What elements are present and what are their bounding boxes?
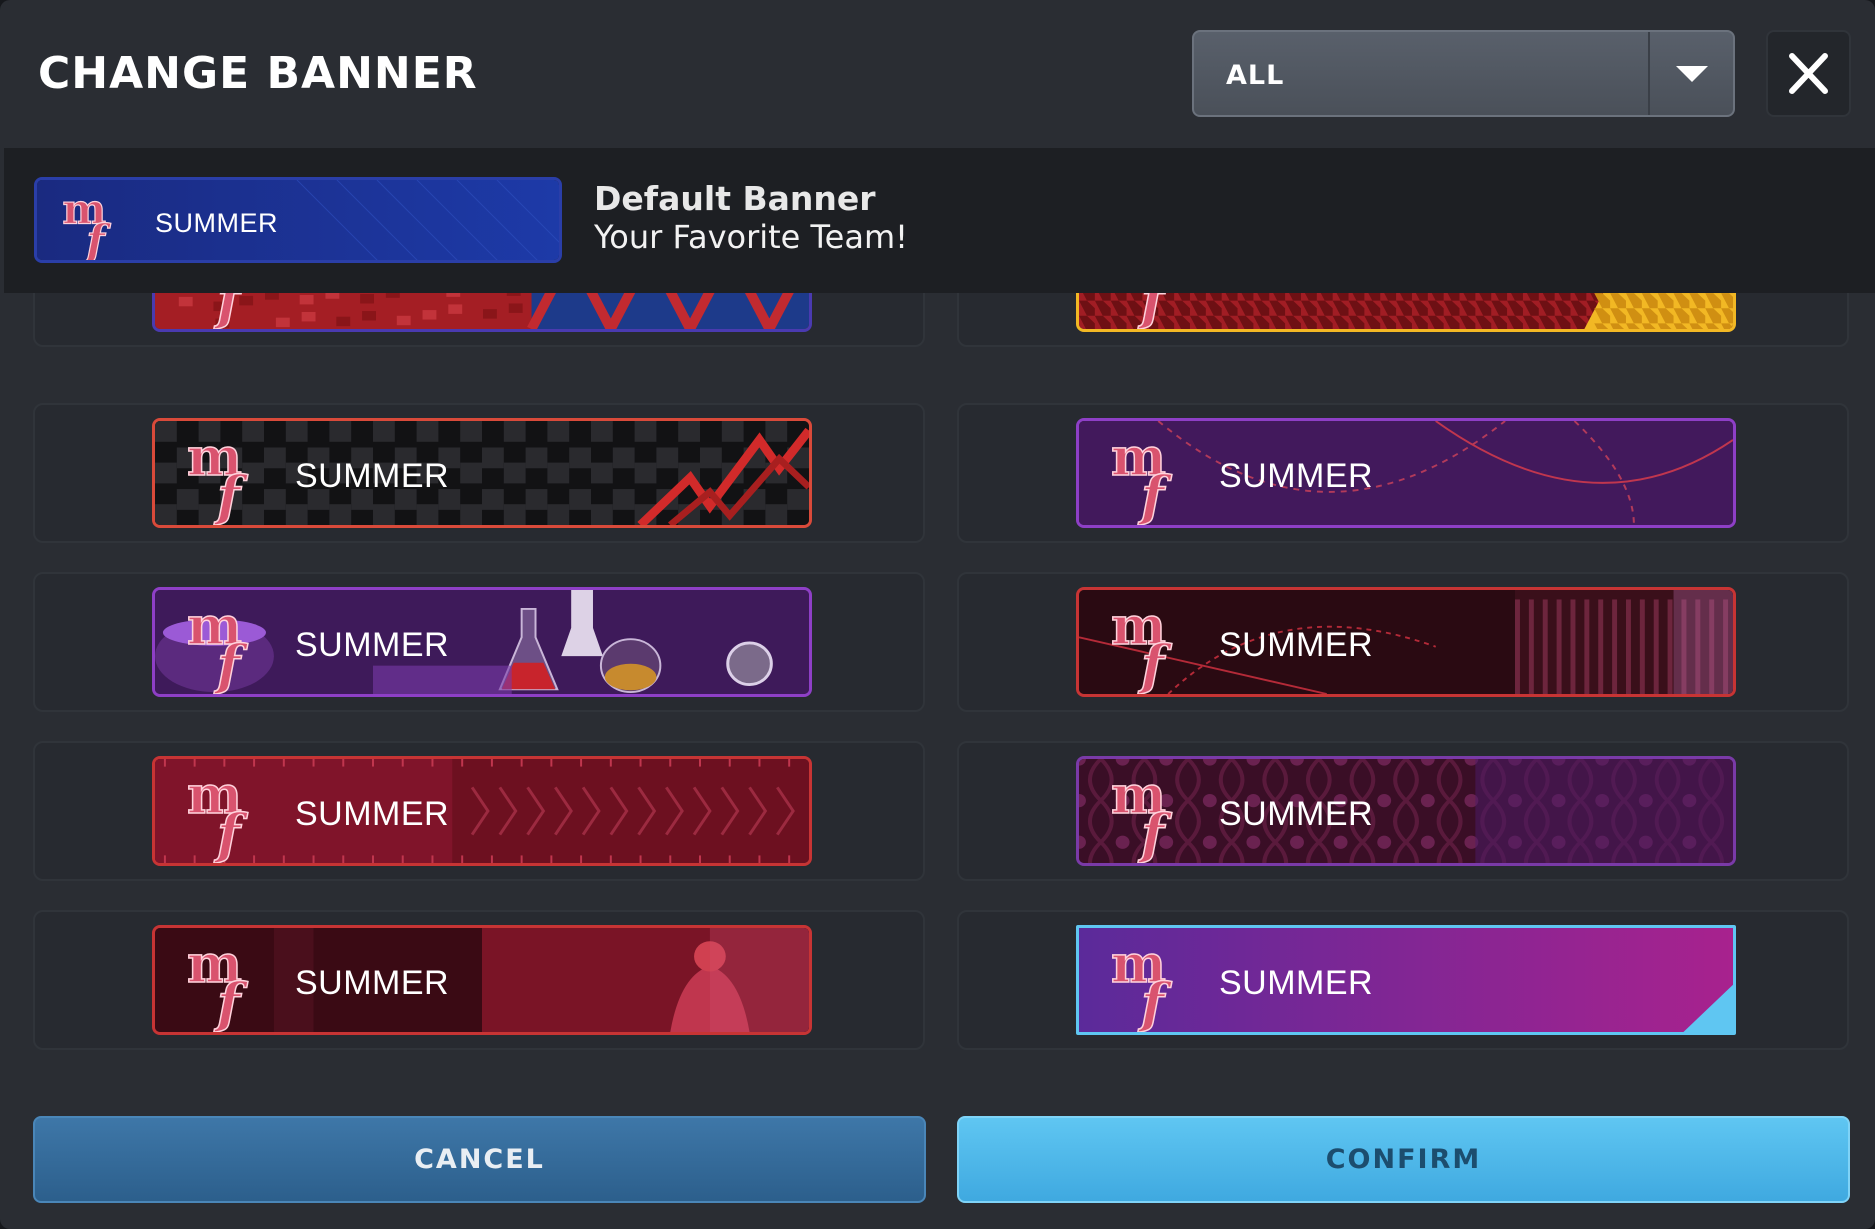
banner-label: SUMMER bbox=[155, 208, 278, 238]
banner-option[interactable]: m f SUMMER bbox=[33, 293, 925, 347]
confirm-button[interactable]: CONFIRM bbox=[957, 1116, 1850, 1203]
team-logo-icon: m f bbox=[1110, 426, 1173, 528]
banner-option[interactable]: m f SUMMER bbox=[957, 403, 1849, 543]
team-logo-icon: m f bbox=[1110, 764, 1173, 866]
banner-preview: m f SUMMER bbox=[152, 418, 812, 528]
svg-text:f: f bbox=[213, 633, 248, 697]
close-icon bbox=[1789, 53, 1828, 94]
banner-label: SUMMER bbox=[1219, 964, 1374, 1002]
svg-text:f: f bbox=[213, 802, 248, 866]
svg-text:f: f bbox=[1137, 464, 1172, 528]
svg-text:f: f bbox=[1137, 293, 1172, 332]
svg-text:f: f bbox=[213, 464, 248, 528]
change-banner-dialog: CHANGE BANNER ALL m f SUMMER Default Ban… bbox=[0, 0, 1875, 1229]
team-logo-icon: m f bbox=[1110, 933, 1173, 1035]
banner-option[interactable]: m f SUMMER bbox=[957, 741, 1849, 881]
cancel-button[interactable]: CANCEL bbox=[33, 1116, 926, 1203]
chevron-down-icon bbox=[1676, 66, 1708, 82]
banner-preview: m f SUMMER bbox=[1076, 418, 1736, 528]
banner-preview: m f SUMMER bbox=[152, 925, 812, 1035]
team-logo-icon: m f bbox=[186, 933, 249, 1035]
banner-filter-dropdown[interactable]: ALL bbox=[1192, 30, 1735, 117]
team-logo-icon: m f bbox=[1136, 293, 1173, 332]
banner-option[interactable]: m f SUMMER bbox=[957, 572, 1849, 712]
filter-divider bbox=[1648, 32, 1650, 115]
team-logo-icon: m f bbox=[186, 595, 249, 697]
team-logo-icon: m f bbox=[186, 426, 249, 528]
banner-preview: m f SUMMER bbox=[1076, 587, 1736, 697]
svg-text:f: f bbox=[1137, 633, 1172, 697]
banner-preview: m f SUMMER bbox=[152, 756, 812, 866]
banner-option[interactable]: m f SUMMER bbox=[33, 910, 925, 1050]
team-logo-icon: m f bbox=[62, 184, 112, 263]
filter-selected-value: ALL bbox=[1226, 60, 1285, 91]
current-banner-subtitle: Your Favorite Team! bbox=[594, 218, 908, 256]
banner-label: SUMMER bbox=[295, 457, 450, 495]
banner-preview: m f SUMMER bbox=[152, 293, 812, 332]
svg-text:f: f bbox=[213, 971, 248, 1035]
current-banner-info: Default Banner Your Favorite Team! bbox=[594, 179, 908, 257]
svg-text:f: f bbox=[1137, 802, 1172, 866]
page-title: CHANGE BANNER bbox=[38, 48, 478, 99]
banner-label: SUMMER bbox=[1219, 626, 1374, 664]
banner-preview: m f SUMMER bbox=[152, 587, 812, 697]
banner-option[interactable]: m f SUMMER bbox=[957, 293, 1849, 347]
team-logo-icon: m f bbox=[186, 764, 249, 866]
banner-grid: m f SUMMER m f SUMMER m f SUMMER m f SUMMER m … bbox=[0, 293, 1875, 1093]
current-banner-title: Default Banner bbox=[594, 179, 876, 218]
team-logo-icon: m f bbox=[1110, 595, 1173, 697]
banner-preview: m f SUMMER bbox=[1076, 293, 1736, 332]
banner-label: SUMMER bbox=[1219, 795, 1374, 833]
banner-label: SUMMER bbox=[295, 795, 450, 833]
banner-label: SUMMER bbox=[295, 293, 449, 300]
current-banner: m f SUMMER bbox=[34, 177, 562, 263]
current-banner-strip: m f SUMMER Default Banner Your Favorite … bbox=[4, 148, 1875, 293]
banner-option[interactable]: m f SUMMER bbox=[957, 910, 1849, 1050]
svg-text:f: f bbox=[213, 293, 248, 332]
banner-option[interactable]: m f SUMMER bbox=[33, 572, 925, 712]
banner-option[interactable]: m f SUMMER bbox=[33, 403, 925, 543]
banner-label: SUMMER bbox=[1219, 457, 1374, 495]
svg-text:f: f bbox=[1137, 971, 1172, 1035]
banner-selected: m f SUMMER bbox=[1076, 925, 1736, 1035]
banner-label: SUMMER bbox=[295, 626, 450, 664]
svg-text:f: f bbox=[83, 216, 111, 263]
banner-preview: m f SUMMER bbox=[1076, 756, 1736, 866]
banner-option[interactable]: m f SUMMER bbox=[33, 741, 925, 881]
banner-label: SUMMER bbox=[295, 964, 450, 1002]
banner-label: SUMMER bbox=[1219, 293, 1373, 300]
close-button[interactable] bbox=[1766, 30, 1851, 117]
dialog-header: CHANGE BANNER ALL bbox=[0, 0, 1875, 148]
team-logo-icon: m f bbox=[212, 293, 249, 332]
